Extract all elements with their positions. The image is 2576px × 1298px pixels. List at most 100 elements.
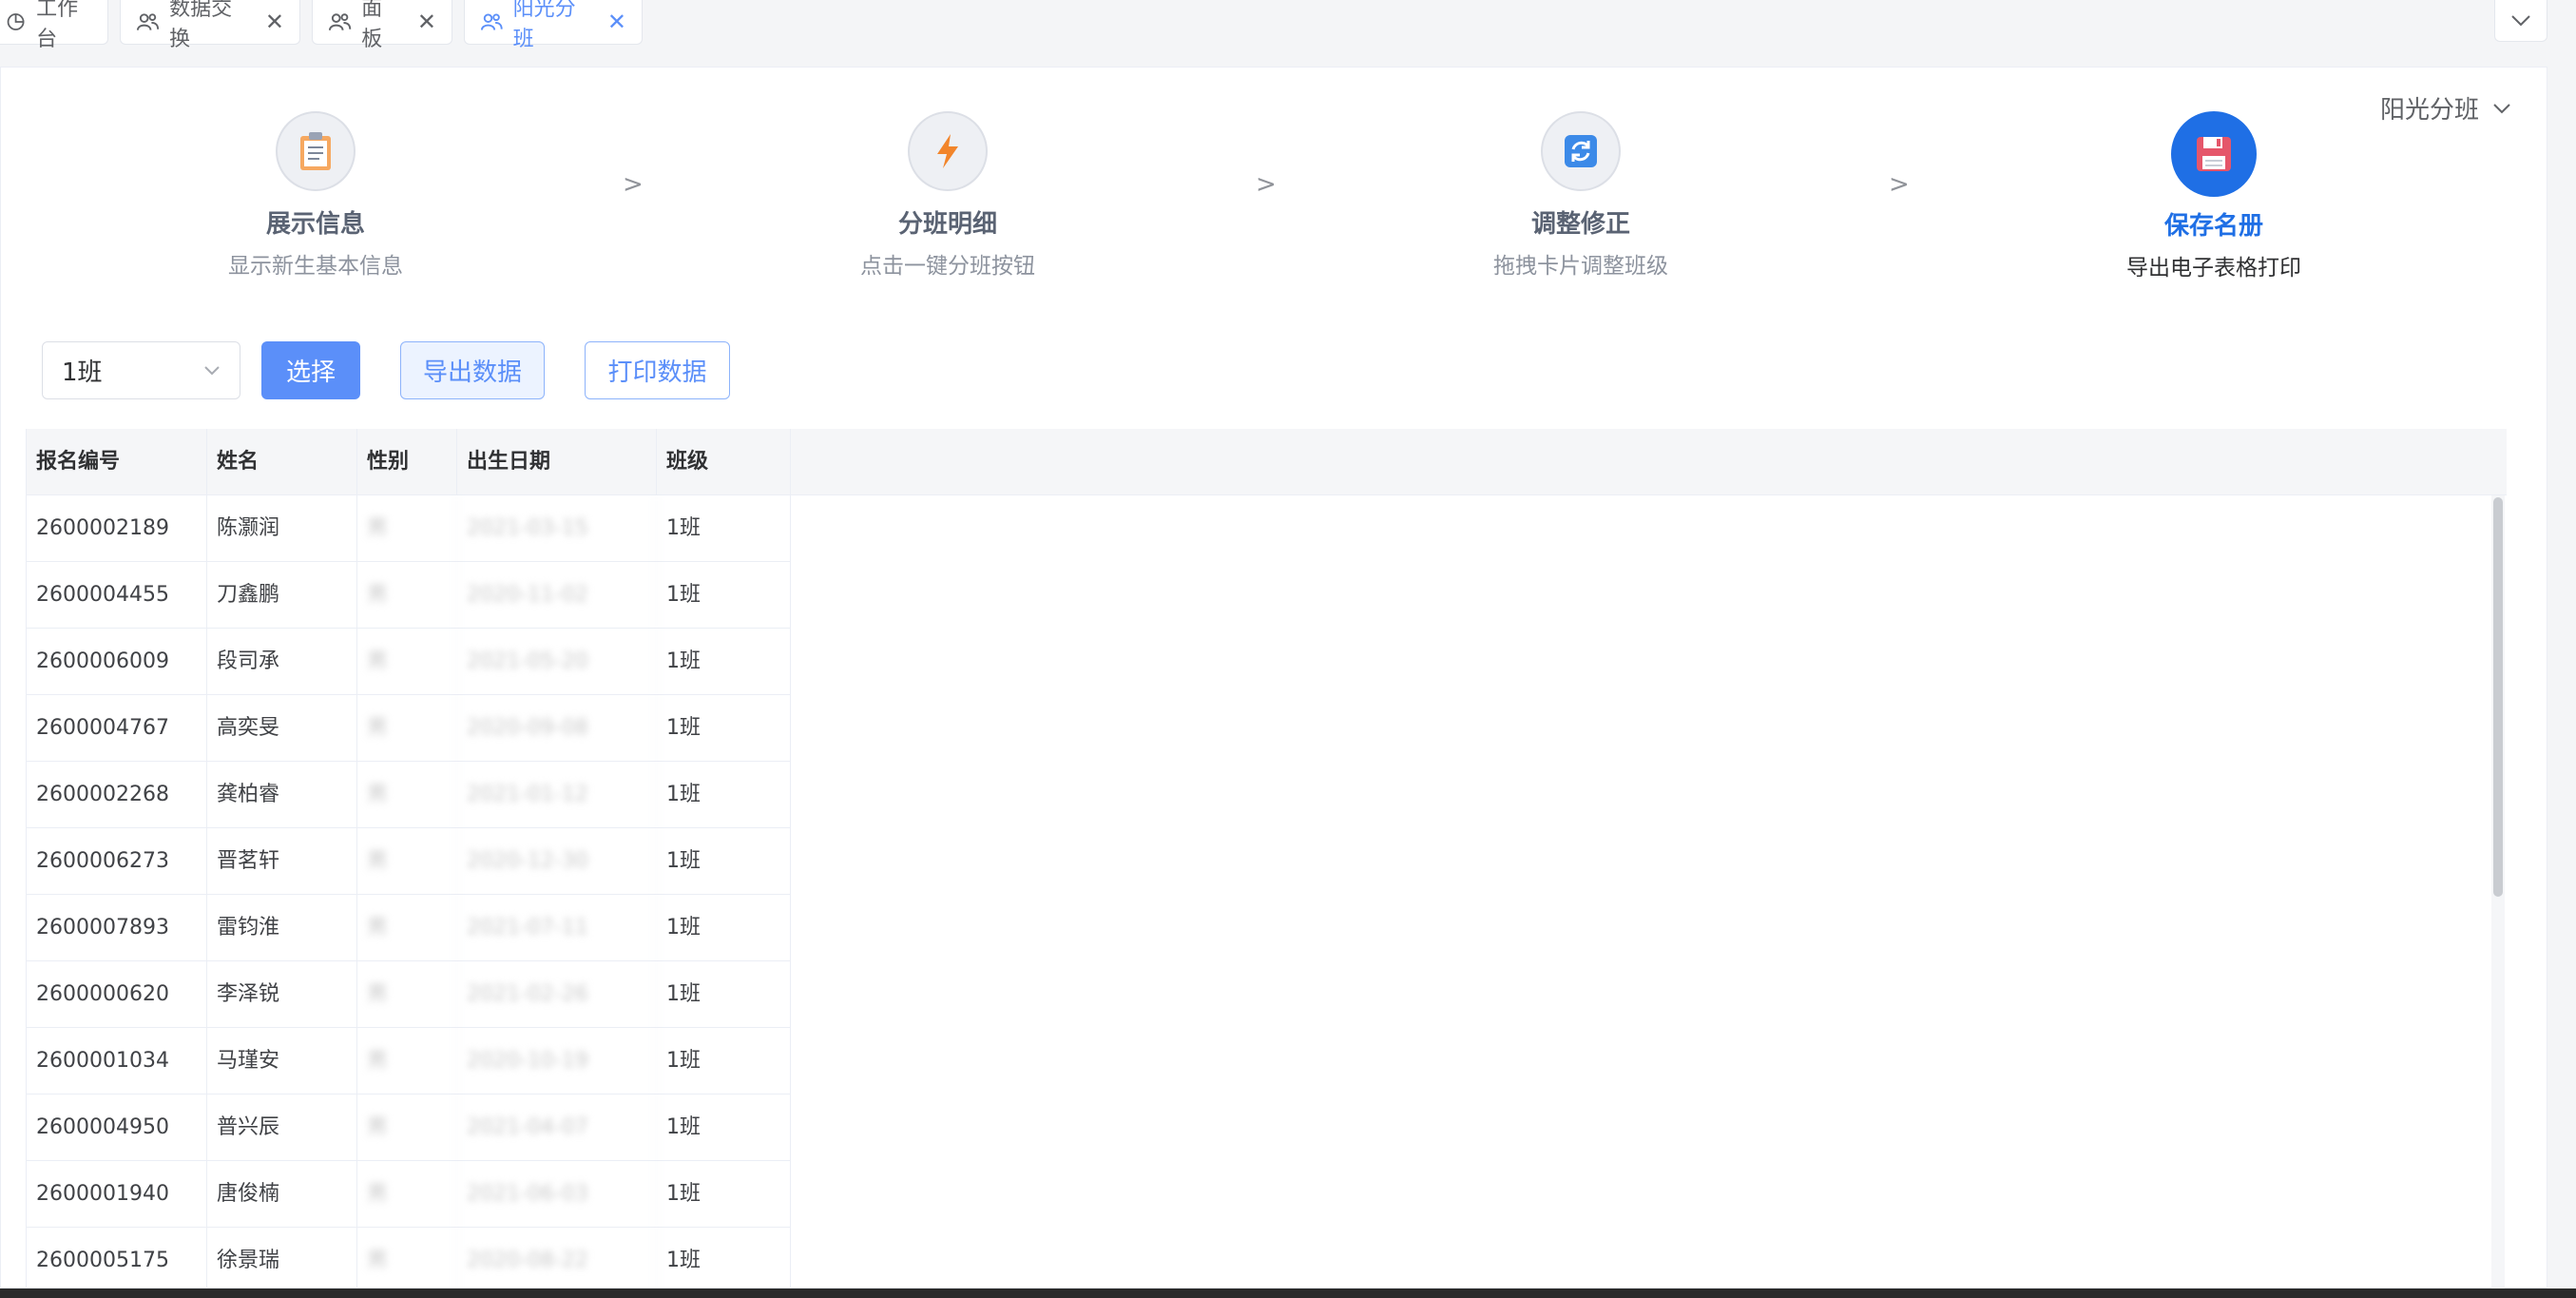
tab-dashboard[interactable]: 面板 ✕	[312, 0, 452, 51]
cell-birth-date: 2020-12-30	[457, 828, 657, 895]
cell-class: 1班	[657, 762, 791, 828]
close-icon[interactable]: ✕	[265, 9, 284, 35]
bottom-bar	[0, 1288, 2576, 1298]
cell-birth-date: 2021-02-26	[457, 961, 657, 1028]
step-circle	[1541, 111, 1621, 191]
tab-sunshine-class[interactable]: 阳光分班 ✕	[464, 0, 643, 51]
tab-workbench[interactable]: 工作台	[0, 0, 108, 51]
cell-name: 高奕旻	[207, 695, 357, 762]
people-icon	[136, 13, 160, 30]
cell-class: 1班	[657, 828, 791, 895]
table-body: 2600002189 陈灏润男 2021-03-15 1班 2600004455 刀鑫鹏男…	[26, 495, 791, 1289]
cell-name: 普兴辰	[207, 1095, 357, 1161]
table-row[interactable]: 2600007893 雷钧淮男 2021-07-11 1班	[26, 895, 791, 961]
column-header-id: 报名编号	[26, 429, 207, 495]
cell-gender: 男	[357, 695, 457, 762]
step-save-roster: 保存名册 导出电子表格打印	[2071, 111, 2356, 281]
cell-id: 2600005175	[26, 1228, 207, 1289]
cell-name: 李泽锐	[207, 961, 357, 1028]
cell-name: 徐景瑞	[207, 1228, 357, 1289]
tab-label: 阳光分班	[512, 0, 576, 51]
cell-birth-date: 2020-08-22	[457, 1228, 657, 1289]
cell-class: 1班	[657, 1095, 791, 1161]
step-title: 调整修正	[1530, 210, 1630, 239]
lightning-icon	[937, 134, 958, 168]
column-header-name: 姓名	[207, 429, 357, 495]
cell-name: 段司承	[207, 629, 357, 695]
table-row[interactable]: 2600004767 高奕旻男 2020-09-08 1班	[26, 695, 791, 762]
table-scrollbar[interactable]	[2491, 495, 2505, 1289]
cell-id: 2600001940	[26, 1161, 207, 1228]
tabs-dropdown-button[interactable]	[2494, 0, 2547, 42]
close-icon[interactable]: ✕	[607, 9, 626, 35]
cell-name: 晋茗轩	[207, 828, 357, 895]
column-header-class: 班级	[657, 429, 791, 495]
tab-label: 工作台	[36, 0, 79, 51]
cell-id: 2600002189	[26, 495, 207, 562]
step-title: 保存名册	[2163, 212, 2263, 241]
table-row[interactable]: 2600001034 马瑾安男 2020-10-19 1班	[26, 1028, 791, 1095]
table-row[interactable]: 2600000620 李泽锐男 2021-02-26 1班	[26, 961, 791, 1028]
step-show-info: 展示信息 显示新生基本信息	[173, 111, 458, 280]
close-icon[interactable]: ✕	[417, 9, 436, 35]
class-select[interactable]: 1班	[42, 341, 240, 399]
table-row[interactable]: 2600002268 龚柏睿男 2021-01-12 1班	[26, 762, 791, 828]
cell-class: 1班	[657, 1028, 791, 1095]
scrollbar-thumb[interactable]	[2493, 497, 2503, 897]
step-description: 导出电子表格打印	[2126, 256, 2301, 281]
cell-gender: 男	[357, 629, 457, 695]
column-header-gender: 性别	[357, 429, 457, 495]
table-row[interactable]: 2600005175 徐景瑞男 2020-08-22 1班	[26, 1228, 791, 1289]
table-row[interactable]: 2600001940 唐俊楠男 2021-06-03 1班	[26, 1161, 791, 1228]
step-circle	[908, 111, 988, 191]
cell-gender: 男	[357, 961, 457, 1028]
cell-name: 刀鑫鹏	[207, 562, 357, 629]
table-row[interactable]: 2600006009 段司承男 2021-05-20 1班	[26, 629, 791, 695]
print-data-button[interactable]: 打印数据	[585, 341, 730, 399]
export-data-button[interactable]: 导出数据	[400, 341, 545, 399]
cell-gender: 男	[357, 1228, 457, 1289]
cell-birth-date: 2021-04-07	[457, 1095, 657, 1161]
cell-id: 2600004767	[26, 695, 207, 762]
cell-birth-date: 2021-07-11	[457, 895, 657, 961]
cell-birth-date: 2021-03-15	[457, 495, 657, 562]
step-adjust: 调整修正 拖拽卡片调整班级	[1438, 111, 1723, 280]
step-description: 点击一键分班按钮	[860, 254, 1035, 279]
table-row[interactable]: 2600004455 刀鑫鹏男 2020-11-02 1班	[26, 562, 791, 629]
student-table: 报名编号 姓名 性别 出生日期 班级 2600002189 陈灏润男 2021-03…	[26, 429, 2507, 1289]
refresh-icon	[1565, 135, 1597, 167]
cell-gender: 男	[357, 1028, 457, 1095]
class-select-value: 1班	[62, 358, 103, 387]
cell-id: 2600007893	[26, 895, 207, 961]
class-picker[interactable]: 阳光分班	[2380, 90, 2511, 126]
cell-class: 1班	[657, 1228, 791, 1289]
step-separator: >	[1889, 170, 1910, 199]
cell-id: 2600001034	[26, 1028, 207, 1095]
step-circle	[276, 111, 356, 191]
people-icon	[480, 13, 503, 30]
cell-name: 马瑾安	[207, 1028, 357, 1095]
main-panel: 阳光分班 展示信息 显示新生基本信息 > 分班明细 点击一键分班按钮 > 调整修…	[0, 67, 2547, 1289]
cell-birth-date: 2020-10-19	[457, 1028, 657, 1095]
cell-birth-date: 2021-05-20	[457, 629, 657, 695]
table-row[interactable]: 2600004950 普兴辰男 2021-04-07 1班	[26, 1095, 791, 1161]
tab-data-exchange[interactable]: 数据交换 ✕	[120, 0, 300, 51]
class-picker-label: 阳光分班	[2380, 96, 2480, 125]
cell-name: 陈灏润	[207, 495, 357, 562]
cell-id: 2600002268	[26, 762, 207, 828]
cell-id: 2600004950	[26, 1095, 207, 1161]
cell-name: 龚柏睿	[207, 762, 357, 828]
table-row[interactable]: 2600002189 陈灏润男 2021-03-15 1班	[26, 495, 791, 562]
table-row[interactable]: 2600006273 晋茗轩男 2020-12-30 1班	[26, 828, 791, 895]
step-separator: >	[1256, 170, 1277, 199]
step-description: 拖拽卡片调整班级	[1493, 254, 1668, 279]
select-button[interactable]: 选择	[261, 341, 360, 399]
column-header-birth-date: 出生日期	[457, 429, 657, 495]
cell-name: 唐俊楠	[207, 1161, 357, 1228]
tab-label: 数据交换	[169, 0, 233, 51]
cell-birth-date: 2020-09-08	[457, 695, 657, 762]
cell-gender: 男	[357, 1095, 457, 1161]
cell-class: 1班	[657, 495, 791, 562]
step-title: 展示信息	[265, 210, 365, 239]
cell-gender: 男	[357, 828, 457, 895]
